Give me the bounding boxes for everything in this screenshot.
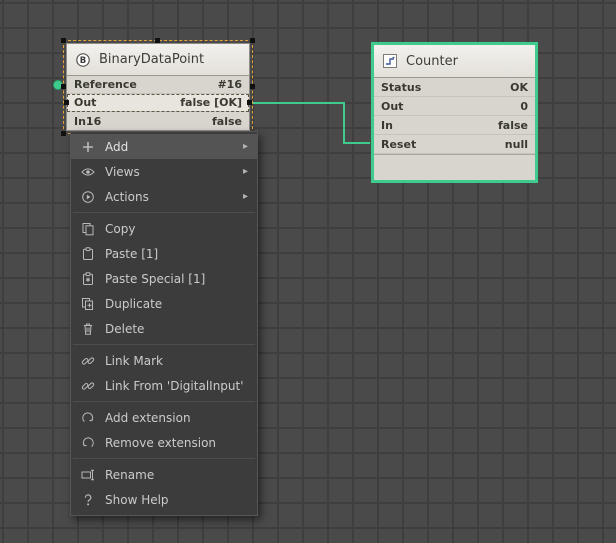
menu-separator xyxy=(73,212,255,213)
context-menu: Add ▸ Views ▸ Actions ▸ Copy Paste [1] P… xyxy=(70,131,258,516)
menu-item-delete[interactable]: Delete xyxy=(71,316,257,341)
menu-item-add-extension[interactable]: Add extension xyxy=(71,405,257,430)
slot-handle[interactable] xyxy=(64,99,69,105)
add-extension-icon xyxy=(80,410,96,426)
help-icon xyxy=(80,492,96,508)
property-row-out[interactable]: Out 0 xyxy=(374,97,535,116)
menu-item-add[interactable]: Add ▸ xyxy=(71,134,257,159)
property-row-status[interactable]: Status OK xyxy=(374,78,535,97)
node-title: Counter xyxy=(406,53,458,69)
remove-extension-icon xyxy=(80,435,96,451)
binary-point-icon: B xyxy=(75,52,91,68)
property-row-in16[interactable]: In16 false xyxy=(67,112,249,130)
menu-item-link-from[interactable]: Link From 'DigitalInput' xyxy=(71,373,257,398)
property-row-in[interactable]: In false xyxy=(374,116,535,135)
menu-item-paste[interactable]: Paste [1] xyxy=(71,241,257,266)
menu-separator xyxy=(73,344,255,345)
paste-icon xyxy=(80,246,96,262)
submenu-arrow-icon: ▸ xyxy=(242,166,248,177)
slot-handle[interactable] xyxy=(247,99,252,105)
property-row-out[interactable]: Out false [OK] xyxy=(64,94,252,112)
node-title: BinaryDataPoint xyxy=(99,52,205,67)
selection-handle[interactable] xyxy=(61,38,66,43)
menu-item-show-help[interactable]: Show Help xyxy=(71,487,257,512)
node-counter[interactable]: Counter Status OK Out 0 In false Reset n… xyxy=(371,42,538,183)
svg-text:B: B xyxy=(80,56,86,66)
selection-handle[interactable] xyxy=(155,38,160,43)
menu-item-link-mark[interactable]: Link Mark xyxy=(71,348,257,373)
wire-sheet-canvas[interactable]: B BinaryDataPoint Reference #16 Out fals… xyxy=(0,0,616,543)
node-binary-data-point[interactable]: B BinaryDataPoint Reference #16 Out fals… xyxy=(53,38,255,136)
counter-icon xyxy=(382,53,398,69)
menu-item-paste-special[interactable]: Paste Special [1] xyxy=(71,266,257,291)
submenu-arrow-icon: ▸ xyxy=(242,191,248,202)
views-icon xyxy=(80,164,96,180)
menu-item-copy[interactable]: Copy xyxy=(71,216,257,241)
link-icon xyxy=(80,378,96,394)
link-icon xyxy=(80,353,96,369)
rename-icon xyxy=(80,467,96,483)
menu-separator xyxy=(73,458,255,459)
menu-item-actions[interactable]: Actions ▸ xyxy=(71,184,257,209)
selection-handle[interactable] xyxy=(250,38,255,43)
selection-handle[interactable] xyxy=(250,84,255,89)
node-header[interactable]: B BinaryDataPoint xyxy=(67,44,249,76)
paste-special-icon xyxy=(80,271,96,287)
submenu-arrow-icon: ▸ xyxy=(242,141,248,152)
selection-handle[interactable] xyxy=(61,131,66,136)
copy-icon xyxy=(80,221,96,237)
property-row-reference[interactable]: Reference #16 xyxy=(53,76,249,94)
wire-out-to-in[interactable] xyxy=(251,102,370,144)
menu-separator xyxy=(73,401,255,402)
node-header[interactable]: Counter xyxy=(374,45,535,78)
menu-item-duplicate[interactable]: Duplicate xyxy=(71,291,257,316)
actions-icon xyxy=(80,189,96,205)
add-icon xyxy=(80,139,96,155)
node-footer xyxy=(374,154,535,180)
property-row-reset[interactable]: Reset null xyxy=(374,135,535,154)
menu-item-views[interactable]: Views ▸ xyxy=(71,159,257,184)
delete-icon xyxy=(80,321,96,337)
menu-item-rename[interactable]: Rename xyxy=(71,462,257,487)
selection-handle[interactable] xyxy=(61,84,66,89)
duplicate-icon xyxy=(80,296,96,312)
menu-item-remove-extension[interactable]: Remove extension xyxy=(71,430,257,455)
